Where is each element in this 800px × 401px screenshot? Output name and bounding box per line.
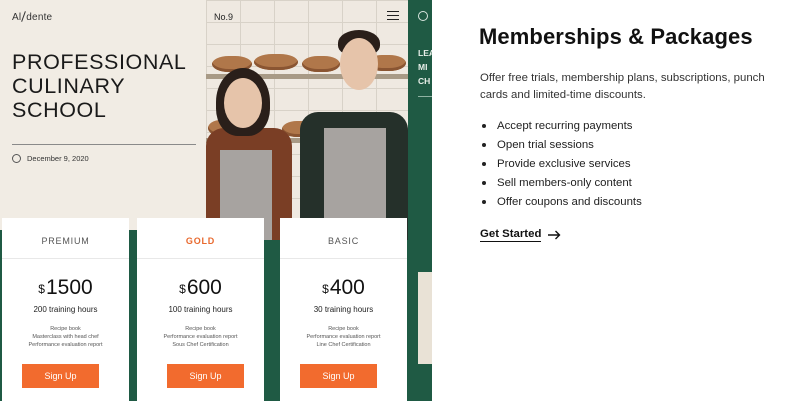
plan-tier: GOLD — [185, 236, 216, 246]
plan-features: Recipe book Performance evaluation repor… — [306, 326, 381, 348]
hero-photo — [206, 0, 408, 240]
hero-divider — [12, 144, 196, 145]
feature-item: Sell members-only content — [480, 173, 642, 192]
hero-panel: Al dente PROFESSIONAL CULINARY SCHOOL Dec… — [0, 0, 206, 230]
clock-icon — [12, 154, 21, 163]
pricing-card-premium: PREMIUM $1500 200 training hours Recipe … — [2, 218, 129, 401]
next-slide-title: LEA MI CH — [418, 48, 432, 86]
feature-item: Provide exclusive services — [480, 154, 642, 173]
hero-date: December 9, 2020 — [12, 154, 89, 163]
bullet-icon — [482, 180, 486, 185]
feature-item: Offer coupons and discounts — [480, 192, 642, 211]
plan-hours: 200 training hours — [33, 305, 98, 314]
bullet-icon — [482, 142, 486, 147]
arrow-right-icon — [548, 230, 561, 240]
bullet-icon — [482, 199, 486, 204]
pricing-card-basic: BASIC $400 30 training hours Recipe book… — [280, 218, 407, 401]
hero-date-text: December 9, 2020 — [27, 154, 89, 163]
plan-tier: PREMIUM — [41, 236, 90, 246]
plan-features: Recipe book Masterclass with head chef P… — [28, 326, 103, 348]
plan-tier: BASIC — [327, 236, 359, 246]
website-mockup: Al dente PROFESSIONAL CULINARY SCHOOL Dec… — [0, 0, 432, 401]
plan-features: Recipe book Performance evaluation repor… — [163, 326, 238, 348]
sign-up-button[interactable]: Sign Up — [300, 364, 377, 388]
brand-logo[interactable]: Al dente — [12, 11, 52, 23]
get-started-link[interactable]: Get Started — [480, 228, 561, 242]
plan-price: $1500 — [38, 276, 93, 299]
bullet-icon — [482, 161, 486, 166]
plan-price: $600 — [179, 276, 222, 299]
bullet-icon — [482, 123, 486, 128]
pricing-card-gold: GOLD $600 100 training hours Recipe book… — [137, 218, 264, 401]
plan-hours: 30 training hours — [313, 305, 374, 314]
photo-tag: No.9 — [214, 12, 234, 22]
hero-title: PROFESSIONAL CULINARY SCHOOL — [12, 50, 186, 122]
feature-list: Accept recurring payments Open trial ses… — [480, 116, 642, 211]
clock-icon — [418, 11, 428, 21]
plan-price: $400 — [322, 276, 365, 299]
feature-item: Open trial sessions — [480, 135, 642, 154]
section-description: Offer free trials, membership plans, sub… — [480, 72, 765, 101]
section-title: Memberships & Packages — [479, 24, 753, 49]
sign-up-button[interactable]: Sign Up — [22, 364, 99, 388]
get-started-label: Get Started — [480, 228, 542, 242]
feature-item: Accept recurring payments — [480, 116, 642, 135]
plan-hours: 100 training hours — [168, 305, 233, 314]
next-slide-image — [418, 272, 432, 364]
logo-text-right: dente — [26, 12, 53, 23]
hamburger-menu-icon[interactable] — [387, 11, 399, 20]
sign-up-button[interactable]: Sign Up — [167, 364, 244, 388]
